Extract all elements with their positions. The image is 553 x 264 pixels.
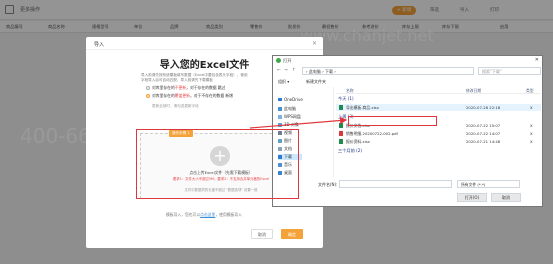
dialog-title: 打开: [283, 58, 292, 63]
cancel-button[interactable]: 取消: [491, 193, 521, 202]
computer-icon: [278, 107, 282, 111]
cube-icon: [278, 123, 282, 127]
open-file-dialog: 打开 ✕ ← → ↑ › 此电脑 › 下载 › 搜索"下载" 组织 ▾ 新建文件…: [272, 55, 543, 207]
option-skip-existing[interactable]: 对库里存在的 不更新 ，对于存在的数据 跳过: [146, 85, 225, 91]
search-input[interactable]: 搜索"下载": [478, 67, 541, 75]
column-header-date[interactable]: 修改日期: [466, 88, 481, 94]
dialog-footer-text: 模板导入，您也可以点击这里，使用模板导入: [166, 212, 242, 217]
nav-item-this-pc[interactable]: 此电脑: [278, 106, 296, 112]
close-icon[interactable]: ✕: [535, 57, 539, 63]
confirm-button[interactable]: 确定: [281, 229, 303, 239]
forward-icon[interactable]: →: [284, 68, 288, 73]
group-header[interactable]: 三个月前 (2): [338, 148, 362, 154]
cloud-drive-icon: [278, 115, 282, 119]
radio-button[interactable]: [146, 86, 150, 90]
new-folder-button[interactable]: 新建文件夹: [306, 79, 326, 85]
upload-highlight-box: [136, 129, 299, 199]
file-highlight-box: [348, 116, 437, 126]
open-button[interactable]: 打开(O): [457, 193, 487, 202]
file-row[interactable]: 导出模板-商品.xlsx 2020-07-28 22:18 X: [336, 104, 541, 111]
dialog-title: 导入: [94, 42, 105, 48]
column-header-name[interactable]: 名称: [346, 88, 354, 94]
up-icon[interactable]: ↑: [292, 68, 296, 73]
excel-file-icon: [339, 123, 343, 128]
file-row[interactable]: 销售明细-20200722-002.pdf 2020-07-22 14:07 X: [336, 130, 541, 137]
cloud-icon: [278, 97, 282, 102]
filetype-select[interactable]: 所有文件 (*.*): [457, 180, 520, 188]
cancel-button[interactable]: 取消: [251, 229, 273, 239]
dialog-subtitle: 字段导入后可自动匹配，导入前请先下载模板: [141, 78, 213, 82]
filename-label: 文件名(N):: [318, 182, 338, 187]
chrome-icon: [276, 58, 281, 63]
group-header[interactable]: 今天 (1): [338, 96, 354, 102]
column-header-type[interactable]: 类型: [526, 88, 534, 94]
excel-file-icon: [339, 139, 343, 144]
file-list-header: 名称 修改日期 类型: [336, 87, 541, 94]
close-icon[interactable]: ✕: [312, 40, 317, 47]
organize-button[interactable]: 组织 ▾: [278, 79, 289, 85]
nav-item-onedrive[interactable]: OneDrive: [278, 97, 303, 102]
excel-file-icon: [339, 105, 343, 110]
address-bar: ← → ↑ › 此电脑 › 下载 › 搜索"下载": [276, 67, 541, 75]
file-row[interactable]: 报价资料.xlsx 2020-07-21 14:48 X: [336, 138, 541, 145]
nav-item-3d[interactable]: 3D 对象: [278, 122, 299, 128]
option-overwrite-existing[interactable]: 对库里存在的 覆盖更新 ，对于不存在的数据 新增: [146, 93, 233, 99]
template-link[interactable]: 点击这里: [200, 212, 215, 217]
nav-item-wps[interactable]: WPS网盘: [278, 114, 301, 120]
radio-button-selected[interactable]: [146, 94, 150, 98]
filename-input[interactable]: [339, 180, 452, 188]
dialog-titlebar: 打开 ✕: [273, 56, 542, 65]
address-field[interactable]: › 此电脑 › 下载 ›: [302, 67, 474, 75]
update-fields-hint[interactable]: 更新全部时，请勾选更新字段: [152, 104, 199, 109]
pdf-file-icon: [339, 131, 343, 136]
back-icon[interactable]: ←: [277, 68, 281, 73]
command-bar: 组织 ▾ 新建文件夹: [276, 78, 541, 85]
divider: [86, 49, 323, 50]
